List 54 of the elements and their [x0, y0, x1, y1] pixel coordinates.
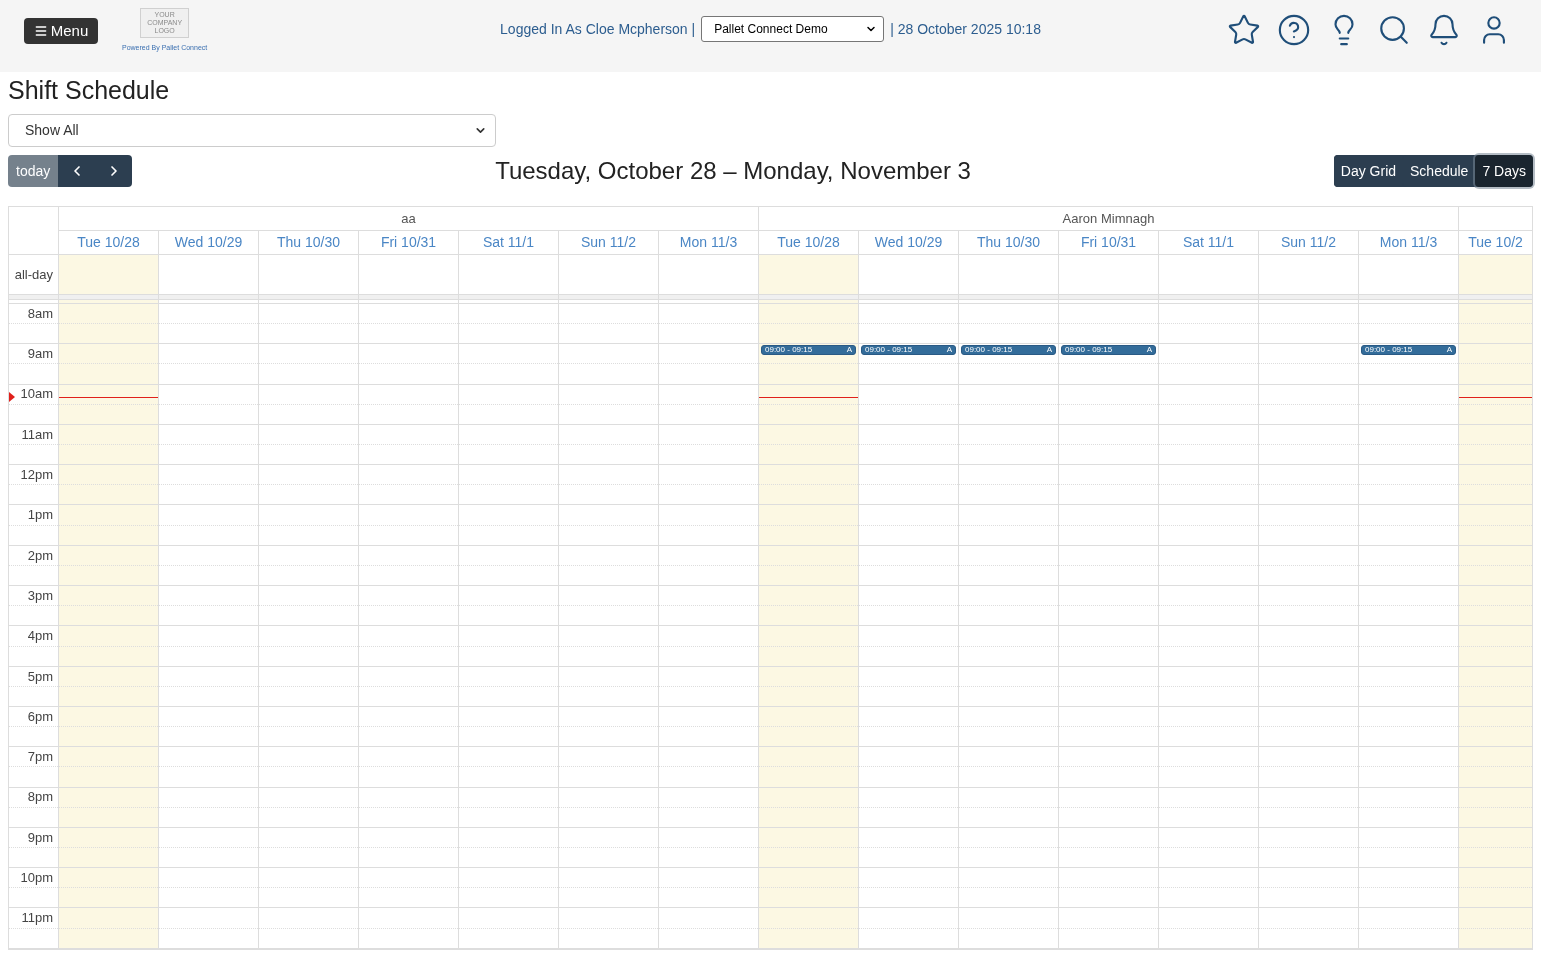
time-label: 4pm [27, 627, 53, 646]
resource-name: aa [401, 209, 416, 228]
menu-button[interactable]: Menu [24, 18, 98, 44]
day-link[interactable]: Fri 10/31 [380, 232, 437, 253]
resource-name: Aaron Mimnagh [1062, 209, 1155, 228]
day-link[interactable]: Tue 10/28 [777, 232, 840, 253]
company-select[interactable]: Pallet Connect Demo [701, 16, 885, 42]
time-label: 9pm [27, 828, 53, 847]
time-label: 5pm [27, 667, 53, 686]
star-icon[interactable] [1227, 13, 1261, 47]
event-bar[interactable]: 09:00 - 09:15 A [761, 345, 856, 356]
logged-in-text: Logged In As Cloe Mcpherson | [500, 19, 696, 39]
day-link[interactable]: Wed 10/29 [174, 232, 243, 253]
event-bar[interactable]: 09:00 - 09:15 A [1361, 345, 1456, 356]
filter-select[interactable]: Show All [8, 114, 496, 147]
next-button[interactable] [95, 155, 133, 187]
event-bar[interactable]: 09:00 - 09:15 A [861, 345, 956, 356]
menu-icon [33, 24, 48, 38]
time-label: 10pm [20, 869, 53, 887]
time-label: 1pm [27, 506, 53, 525]
day-link[interactable]: Wed 10/29 [874, 232, 943, 253]
day-link[interactable]: Tue 10/28 [77, 232, 140, 253]
day-link[interactable]: Mon 11/3 [1379, 232, 1438, 253]
time-label: 9am [27, 345, 53, 364]
time-label: 10am [20, 385, 53, 404]
all-day-label: all-day [14, 265, 53, 284]
time-label: 8am [27, 304, 53, 323]
page-title: Shift Schedule [8, 75, 171, 105]
date-time-text: | 28 October 2025 10:18 [890, 19, 1041, 39]
view-tab[interactable]: 7 Days [1475, 155, 1533, 187]
day-link[interactable]: Sun 11/2 [1281, 232, 1336, 253]
help-icon[interactable] [1277, 13, 1311, 47]
search-icon[interactable] [1377, 13, 1411, 47]
time-label: 7pm [27, 748, 53, 767]
day-link[interactable]: Thu 10/30 [276, 232, 341, 253]
time-label: 3pm [27, 586, 53, 605]
time-label: 11am [21, 425, 53, 444]
previous-button[interactable] [58, 155, 96, 187]
day-link[interactable]: Fri 10/31 [1080, 232, 1137, 253]
day-link[interactable]: Thu 10/30 [976, 232, 1041, 253]
day-link[interactable]: Sat 11/1 [1182, 232, 1235, 253]
time-label: 2pm [27, 546, 53, 565]
day-link[interactable]: Sat 11/1 [482, 232, 535, 253]
date-range-title: Tuesday, October 28 – Monday, November 3 [495, 156, 971, 186]
bell-icon[interactable] [1427, 13, 1461, 47]
event-bar[interactable]: 09:00 - 09:15 A [1061, 345, 1156, 356]
day-link[interactable]: Sun 11/2 [581, 232, 636, 253]
day-link[interactable]: Mon 11/3 [679, 232, 738, 253]
day-link[interactable]: Tue 10/2 [1468, 232, 1523, 253]
time-label: 8pm [27, 788, 53, 807]
time-label: 6pm [27, 707, 53, 726]
time-label: 12pm [20, 466, 53, 484]
time-label: 11pm [21, 909, 53, 928]
event-bar[interactable]: 09:00 - 09:15 A [961, 345, 1056, 356]
